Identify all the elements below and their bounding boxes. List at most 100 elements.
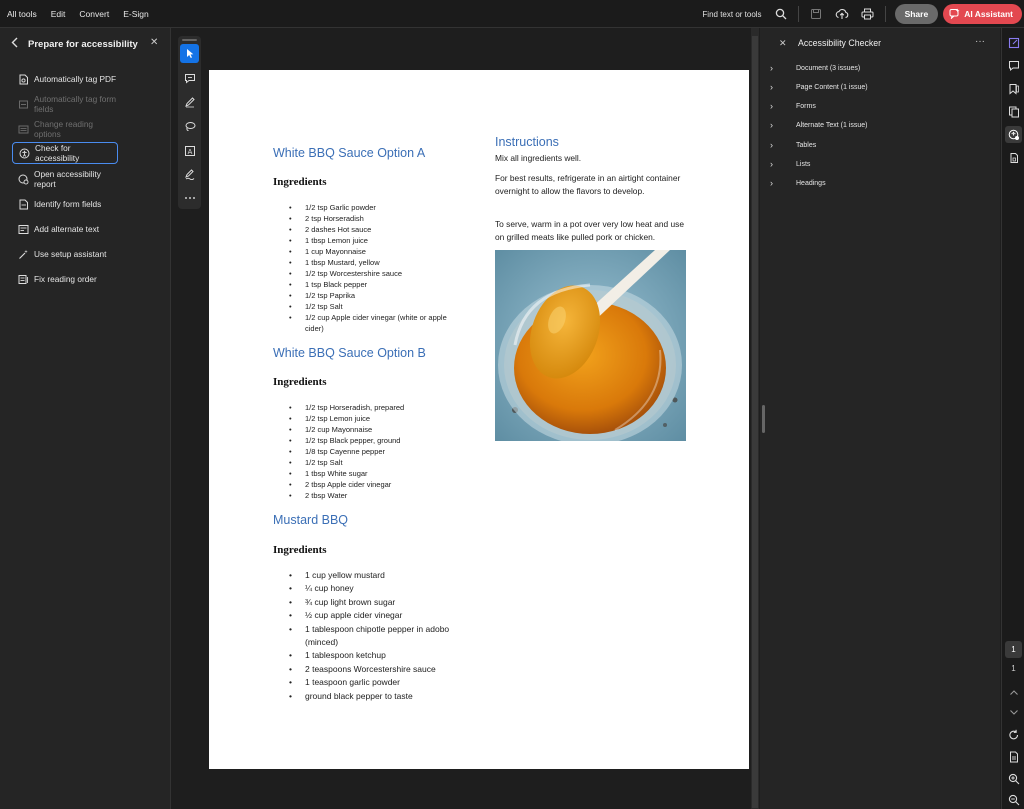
ingredients-heading: Ingredients bbox=[273, 176, 327, 188]
checker-row-label: Headings bbox=[796, 179, 826, 187]
page-fit-icon[interactable] bbox=[1005, 748, 1022, 765]
sauce-photo bbox=[495, 250, 686, 441]
tool-auto-tag-pdf[interactable]: Automatically tag PDF bbox=[12, 68, 118, 90]
section-heading: Mustard BBQ bbox=[273, 513, 349, 527]
tool-label: Change reading options bbox=[34, 119, 94, 139]
menu-convert[interactable]: Convert bbox=[79, 9, 109, 19]
close-icon[interactable]: ✕ bbox=[150, 37, 158, 48]
chevron-right-icon[interactable]: › bbox=[770, 120, 778, 130]
checker-row-alternate-text[interactable]: › Alternate Text (1 issue) bbox=[770, 120, 867, 130]
main-menu: All tools Edit Convert E-Sign bbox=[0, 9, 163, 19]
list-item: 1 tablespoon chipotle pepper in adobo (m… bbox=[289, 623, 469, 650]
comment-icon[interactable] bbox=[180, 69, 199, 88]
document-scrollbar[interactable] bbox=[751, 28, 759, 809]
list-item: 1/2 cup Apple cider vinegar (white or ap… bbox=[289, 312, 464, 334]
list-item: 2 tsp Horseradish bbox=[289, 213, 464, 224]
list-item: ¾ cup light brown sugar bbox=[289, 596, 469, 610]
ai-assistant-icon bbox=[949, 8, 960, 21]
back-chevron-icon[interactable] bbox=[11, 35, 19, 53]
list-item: 1 tbsp Lemon juice bbox=[289, 235, 464, 246]
more-options-icon[interactable]: ··· bbox=[975, 36, 985, 47]
instructions-paragraph: For best results, refrigerate in an airt… bbox=[495, 173, 681, 196]
rotate-icon[interactable] bbox=[1005, 726, 1022, 743]
tool-label: Identify form fields bbox=[34, 199, 102, 209]
panel-resize-handle[interactable] bbox=[762, 405, 765, 433]
comments-icon[interactable] bbox=[1005, 57, 1022, 74]
instructions-heading: Instructions bbox=[495, 135, 559, 149]
list-item: 1/2 tsp Lemon juice bbox=[289, 413, 464, 424]
print-icon[interactable] bbox=[861, 7, 875, 21]
list-item: 1 cup yellow mustard bbox=[289, 569, 469, 583]
chevron-up-icon[interactable] bbox=[1005, 684, 1022, 701]
zoom-in-icon[interactable] bbox=[1005, 770, 1022, 787]
menu-esign[interactable]: E-Sign bbox=[123, 9, 149, 19]
close-icon[interactable]: ✕ bbox=[779, 38, 787, 49]
bookmarks-icon[interactable] bbox=[1005, 80, 1022, 97]
panel-header: Prepare for accessibility bbox=[0, 28, 170, 60]
checker-row-label: Page Content (1 issue) bbox=[796, 83, 868, 91]
scrollbar-thumb[interactable] bbox=[752, 36, 758, 808]
pages-icon[interactable] bbox=[1005, 103, 1022, 120]
divider bbox=[884, 6, 886, 22]
share-button[interactable]: Share bbox=[894, 4, 939, 24]
tool-add-alternate-text[interactable]: Add alternate text bbox=[12, 218, 118, 240]
draw-icon[interactable] bbox=[180, 93, 199, 112]
ingredients-list-c: 1 cup yellow mustard ¼ cup honey ¾ cup l… bbox=[289, 569, 469, 703]
attachments-icon[interactable] bbox=[1005, 149, 1022, 166]
chevron-right-icon[interactable]: › bbox=[770, 159, 778, 169]
chevron-right-icon[interactable]: › bbox=[770, 82, 778, 92]
list-item: 1 tbsp White sugar bbox=[289, 468, 464, 479]
panel-title: Prepare for accessibility bbox=[28, 38, 138, 50]
chevron-right-icon[interactable]: › bbox=[770, 63, 778, 73]
chevron-down-icon[interactable] bbox=[1005, 704, 1022, 721]
tool-label: Use setup assistant bbox=[34, 249, 107, 259]
tool-label: Automatically tag form fields bbox=[34, 94, 117, 114]
list-item: 1 cup Mayonnaise bbox=[289, 246, 464, 257]
wand-icon bbox=[18, 249, 29, 260]
tool-change-reading-options: Change reading options bbox=[12, 118, 118, 140]
instructions-paragraph: To serve, warm in a pot over very low he… bbox=[495, 219, 684, 242]
report-icon bbox=[18, 174, 29, 185]
checker-row-lists[interactable]: › Lists bbox=[770, 159, 810, 169]
chevron-right-icon[interactable]: › bbox=[770, 140, 778, 150]
list-item: ½ cup apple cider vinegar bbox=[289, 609, 469, 623]
more-icon[interactable] bbox=[180, 188, 199, 207]
zoom-out-icon[interactable] bbox=[1005, 791, 1022, 808]
tool-auto-tag-form-fields: Automatically tag form fields bbox=[12, 93, 118, 115]
list-item: 2 dashes Hot sauce bbox=[289, 224, 464, 235]
ingredients-list-b: 1/2 tsp Horseradish, prepared 1/2 tsp Le… bbox=[289, 402, 464, 501]
menu-edit[interactable]: Edit bbox=[51, 9, 66, 19]
find-label[interactable]: Find text or tools bbox=[702, 10, 761, 19]
upload-icon[interactable] bbox=[835, 7, 849, 21]
list-item: 1/8 tsp Cayenne pepper bbox=[289, 446, 464, 457]
svg-text:A: A bbox=[187, 149, 192, 156]
menu-all-tools[interactable]: All tools bbox=[7, 9, 37, 19]
checker-row-forms[interactable]: › Forms bbox=[770, 101, 816, 111]
tool-identify-form-fields[interactable]: Identify form fields bbox=[12, 193, 118, 215]
form-fields-icon bbox=[18, 199, 29, 210]
checker-row-document[interactable]: › Document (3 issues) bbox=[770, 63, 860, 73]
list-item: 1 tablespoon ketchup bbox=[289, 649, 469, 663]
edit-pdf-icon[interactable] bbox=[1005, 34, 1022, 51]
search-icon[interactable] bbox=[774, 7, 788, 21]
chevron-right-icon[interactable]: › bbox=[770, 178, 778, 188]
list-item: 2 tbsp Water bbox=[289, 490, 464, 501]
tool-use-setup-assistant[interactable]: Use setup assistant bbox=[12, 243, 118, 265]
tool-fix-reading-order[interactable]: Fix reading order bbox=[12, 268, 118, 290]
chevron-right-icon[interactable]: › bbox=[770, 101, 778, 111]
tool-open-accessibility-report[interactable]: Open accessibility report bbox=[12, 168, 118, 190]
save-icon[interactable] bbox=[809, 7, 823, 21]
checker-row-page-content[interactable]: › Page Content (1 issue) bbox=[770, 82, 868, 92]
sign-icon[interactable] bbox=[180, 165, 199, 184]
ai-assistant-button[interactable]: AI Assistant bbox=[943, 4, 1022, 24]
checker-row-tables[interactable]: › Tables bbox=[770, 140, 816, 150]
tool-check-accessibility[interactable]: Check for accessibility bbox=[12, 142, 118, 164]
accessibility-checker-icon[interactable] bbox=[1005, 126, 1022, 143]
page-number-input[interactable]: 1 bbox=[1005, 641, 1022, 658]
text-box-icon[interactable]: A bbox=[180, 141, 199, 160]
lasso-icon[interactable] bbox=[180, 117, 199, 136]
instructions-paragraph: Mix all ingredients well. bbox=[495, 153, 582, 163]
select-icon[interactable] bbox=[180, 44, 199, 63]
panel-title: Accessibility Checker bbox=[798, 38, 882, 48]
checker-row-headings[interactable]: › Headings bbox=[770, 178, 826, 188]
